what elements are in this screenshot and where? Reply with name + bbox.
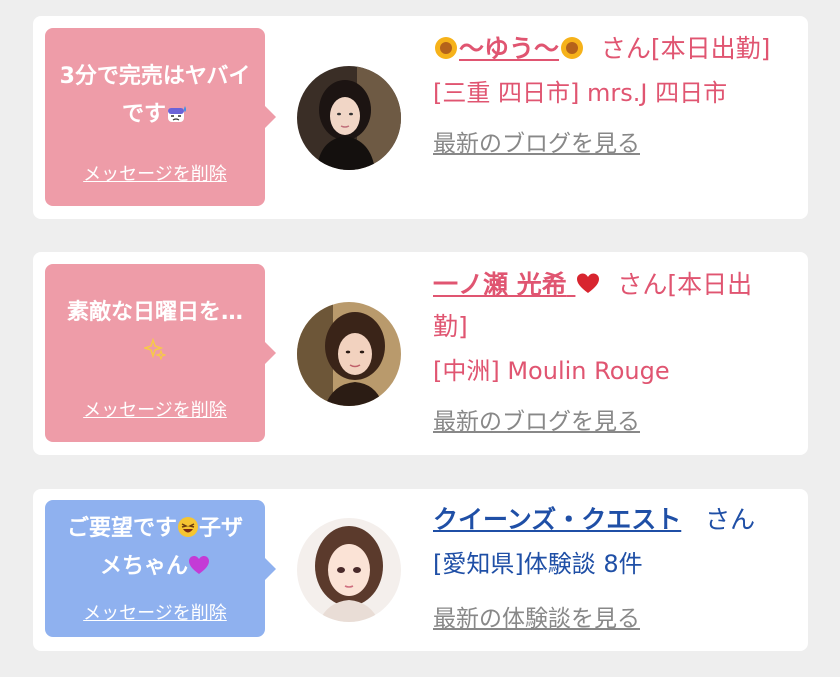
name-line: クイーンズ・クエスト さん — [433, 499, 783, 541]
message-bubble: 素敵な日曜日を… メッセージを削除 — [45, 264, 276, 442]
review-count: [愛知県]体験談 8件 — [433, 550, 643, 578]
honorific-suffix: さん — [705, 505, 756, 534]
message-text: 3分で完売はヤバイです — [57, 58, 253, 134]
sunflower-icon — [435, 37, 457, 59]
name-line: 一ノ瀬 光希 さん[本日出勤] — [433, 264, 783, 348]
message-card: 3分で完売はヤバイです メッセージを削除 〜ゆう〜 さん[本日出勤] [三重 四… — [33, 16, 808, 219]
message-text: ご要望です 子ザメちゃん — [57, 510, 253, 586]
avatar[interactable] — [297, 518, 401, 622]
message-body: 3分で完売はヤバイです — [59, 64, 251, 127]
card-info: 一ノ瀬 光希 さん[本日出勤] [中洲] Moulin Rouge 最新のブログ… — [433, 264, 783, 436]
shop-name: [三重 四日市] mrs.J 四日市 — [433, 79, 728, 107]
avatar[interactable] — [297, 66, 401, 170]
red-heart-icon — [577, 273, 600, 293]
message-body: 素敵な日曜日を… — [66, 300, 243, 325]
shop-name: [中洲] Moulin Rouge — [433, 357, 670, 385]
purple-heart-icon — [189, 556, 209, 574]
latest-blog-link[interactable]: 最新のブログを見る — [433, 402, 640, 436]
message-card: ご要望です 子ザメちゃん メッセージを削除 クイーンズ・クエスト さん [愛知県]… — [33, 489, 808, 651]
latest-review-link[interactable]: 最新の体験談を見る — [433, 599, 640, 633]
avatar-illustration — [297, 518, 401, 622]
avatar[interactable] — [297, 302, 401, 406]
sunflower-icon — [561, 37, 584, 59]
message-text: 素敵な日曜日を… — [57, 294, 253, 370]
message-body: ご要望です — [66, 516, 177, 541]
shop-name-link[interactable]: クイーンズ・クエスト — [433, 505, 681, 534]
card-info: 〜ゆう〜 さん[本日出勤] [三重 四日市] mrs.J 四日市 最新のブログを… — [433, 28, 783, 158]
sparkles-icon — [144, 338, 166, 360]
avatar-photo — [297, 66, 401, 170]
cast-name: 〜ゆう〜 — [459, 34, 560, 63]
cast-name: 一ノ瀬 光希 — [433, 270, 567, 299]
cast-name-link[interactable]: 一ノ瀬 光希 — [433, 270, 601, 299]
cast-name-link[interactable]: 〜ゆう〜 — [433, 34, 585, 63]
latest-blog-link[interactable]: 最新のブログを見る — [433, 124, 640, 158]
delete-message-link[interactable]: メッセージを削除 — [45, 160, 265, 186]
delete-message-link[interactable]: メッセージを削除 — [45, 599, 265, 625]
message-card: 素敵な日曜日を… メッセージを削除 一ノ瀬 光希 さん[本日出勤] [中洲] M… — [33, 252, 808, 455]
rolling-laughing-face-icon — [178, 517, 198, 537]
attendance-suffix: さん[本日出勤] — [600, 34, 771, 63]
cold-sweat-face-icon — [168, 106, 186, 122]
message-bubble: 3分で完売はヤバイです メッセージを削除 — [45, 28, 276, 206]
name-line: 〜ゆう〜 さん[本日出勤] — [433, 28, 783, 70]
message-bubble: ご要望です 子ザメちゃん メッセージを削除 — [45, 500, 276, 637]
avatar-photo — [297, 302, 401, 406]
delete-message-link[interactable]: メッセージを削除 — [45, 396, 265, 422]
card-info: クイーンズ・クエスト さん [愛知県]体験談 8件 最新の体験談を見る — [433, 499, 783, 633]
